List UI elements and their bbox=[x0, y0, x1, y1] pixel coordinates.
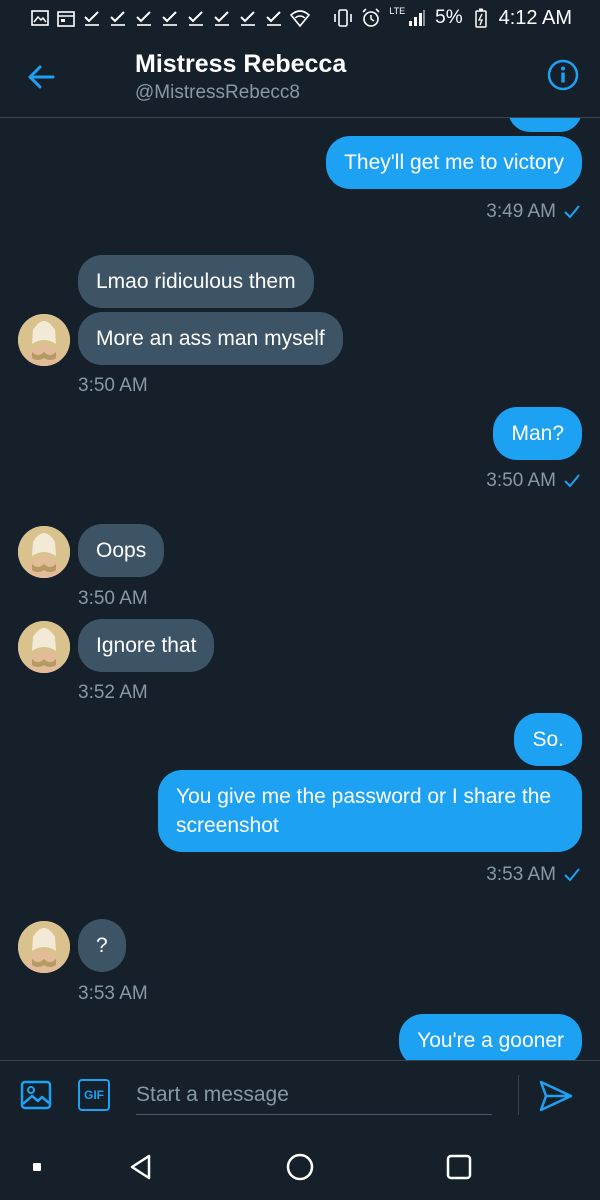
message-input[interactable] bbox=[136, 1075, 492, 1115]
send-icon bbox=[539, 1080, 573, 1112]
status-icons-left bbox=[30, 6, 310, 30]
check-icon bbox=[134, 8, 154, 28]
message-bubble-incoming[interactable]: Lmao ridiculous them bbox=[78, 255, 314, 308]
recents-dot-button[interactable] bbox=[20, 1150, 54, 1184]
dot-icon bbox=[33, 1163, 41, 1171]
gif-button[interactable]: GIF bbox=[78, 1079, 110, 1111]
composer-divider bbox=[518, 1075, 519, 1115]
timestamp-text: 3:53 AM bbox=[486, 864, 556, 885]
message-timestamp: 3:53 AM bbox=[486, 864, 580, 886]
add-image-button[interactable] bbox=[20, 1079, 52, 1111]
circle-home-icon bbox=[286, 1153, 314, 1181]
check-icon bbox=[186, 8, 206, 28]
check-icon bbox=[82, 8, 102, 28]
contact-avatar[interactable] bbox=[18, 621, 70, 673]
status-icons-right: LTE 5% 4:12 AM bbox=[333, 6, 572, 30]
message-bubble-outgoing[interactable]: They'll get me to victory bbox=[326, 136, 582, 189]
message-bubble-outgoing[interactable]: Man? bbox=[493, 407, 582, 460]
square-overview-icon bbox=[446, 1154, 472, 1180]
nav-home-button[interactable] bbox=[283, 1150, 317, 1184]
message-timestamp: 3:49 AM bbox=[486, 201, 580, 223]
signal-icon bbox=[407, 8, 427, 28]
read-check-icon bbox=[564, 474, 580, 488]
message-bubble-incoming[interactable]: ? bbox=[78, 919, 126, 972]
message-bubble-incoming[interactable]: Oops bbox=[78, 524, 165, 577]
back-button[interactable] bbox=[22, 58, 60, 96]
system-navigation-bar bbox=[0, 1130, 600, 1200]
check-icon bbox=[160, 8, 180, 28]
message-list[interactable]: They'll get me to victory 3:49 AM Lmao r… bbox=[0, 118, 600, 1060]
back-arrow-icon bbox=[28, 65, 55, 89]
read-check-icon bbox=[564, 868, 580, 882]
timestamp-text: 3:49 AM bbox=[486, 201, 556, 222]
timestamp-text: 3:50 AM bbox=[486, 470, 556, 491]
status-bar: LTE 5% 4:12 AM bbox=[0, 0, 600, 36]
message-bubble-outgoing[interactable]: You give me the password or I share the … bbox=[158, 770, 582, 852]
message-timestamp: 3:50 AM bbox=[78, 375, 148, 396]
triangle-back-icon bbox=[130, 1154, 151, 1180]
gallery-icon bbox=[30, 8, 50, 28]
battery-percent: 5% bbox=[435, 7, 463, 28]
message-bubble-outgoing[interactable]: You're a gooner bbox=[399, 1014, 582, 1060]
message-timestamp: 3:50 AM bbox=[486, 470, 580, 492]
message-bubble-incoming[interactable]: More an ass man myself bbox=[78, 312, 343, 365]
contact-handle: @MistressRebecc8 bbox=[135, 82, 300, 103]
message-bubble-outgoing[interactable]: So. bbox=[514, 713, 582, 766]
send-button[interactable] bbox=[538, 1079, 576, 1113]
check-icon bbox=[238, 8, 258, 28]
image-icon bbox=[20, 1080, 52, 1110]
vibrate-icon bbox=[333, 8, 353, 28]
check-icon bbox=[212, 8, 232, 28]
contact-name[interactable]: Mistress Rebecca bbox=[135, 50, 346, 79]
calendar-icon bbox=[56, 8, 76, 28]
message-bubble-partial bbox=[508, 118, 582, 132]
alarm-icon bbox=[361, 8, 381, 28]
message-timestamp: 3:50 AM bbox=[78, 588, 148, 609]
read-check-icon bbox=[564, 205, 580, 219]
conversation-header: Mistress Rebecca @MistressRebecc8 bbox=[0, 36, 600, 118]
contact-avatar[interactable] bbox=[18, 526, 70, 578]
message-timestamp: 3:52 AM bbox=[78, 682, 148, 703]
nav-back-button[interactable] bbox=[124, 1150, 158, 1184]
contact-avatar[interactable] bbox=[18, 314, 70, 366]
message-composer: GIF bbox=[0, 1060, 600, 1130]
message-timestamp: 3:53 AM bbox=[78, 983, 148, 1004]
check-icon bbox=[264, 8, 284, 28]
wifi-icon bbox=[290, 8, 310, 28]
info-icon bbox=[547, 59, 579, 91]
battery-icon bbox=[471, 8, 491, 28]
info-button[interactable] bbox=[546, 58, 580, 92]
nav-overview-button[interactable] bbox=[442, 1150, 476, 1184]
check-icon bbox=[108, 8, 128, 28]
message-bubble-incoming[interactable]: Ignore that bbox=[78, 619, 215, 672]
network-label: LTE bbox=[389, 6, 406, 16]
contact-avatar[interactable] bbox=[18, 921, 70, 973]
clock: 4:12 AM bbox=[498, 6, 572, 29]
